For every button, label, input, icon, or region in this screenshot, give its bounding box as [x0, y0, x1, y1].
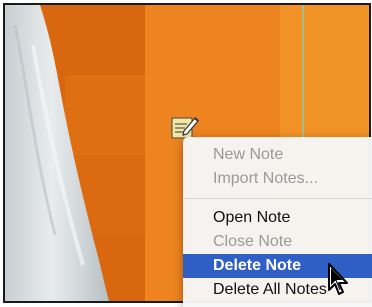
menu-item-new-note[interactable]: New Note	[183, 143, 372, 167]
menu-separator	[183, 198, 372, 199]
menu-item-import-notes[interactable]: Import Notes...	[183, 167, 372, 191]
arrow-cursor-icon	[328, 263, 348, 295]
fabric-image	[5, 5, 109, 301]
menu-item-open-note[interactable]: Open Note	[183, 206, 372, 230]
menu-item-close-note[interactable]: Close Note	[183, 230, 372, 254]
